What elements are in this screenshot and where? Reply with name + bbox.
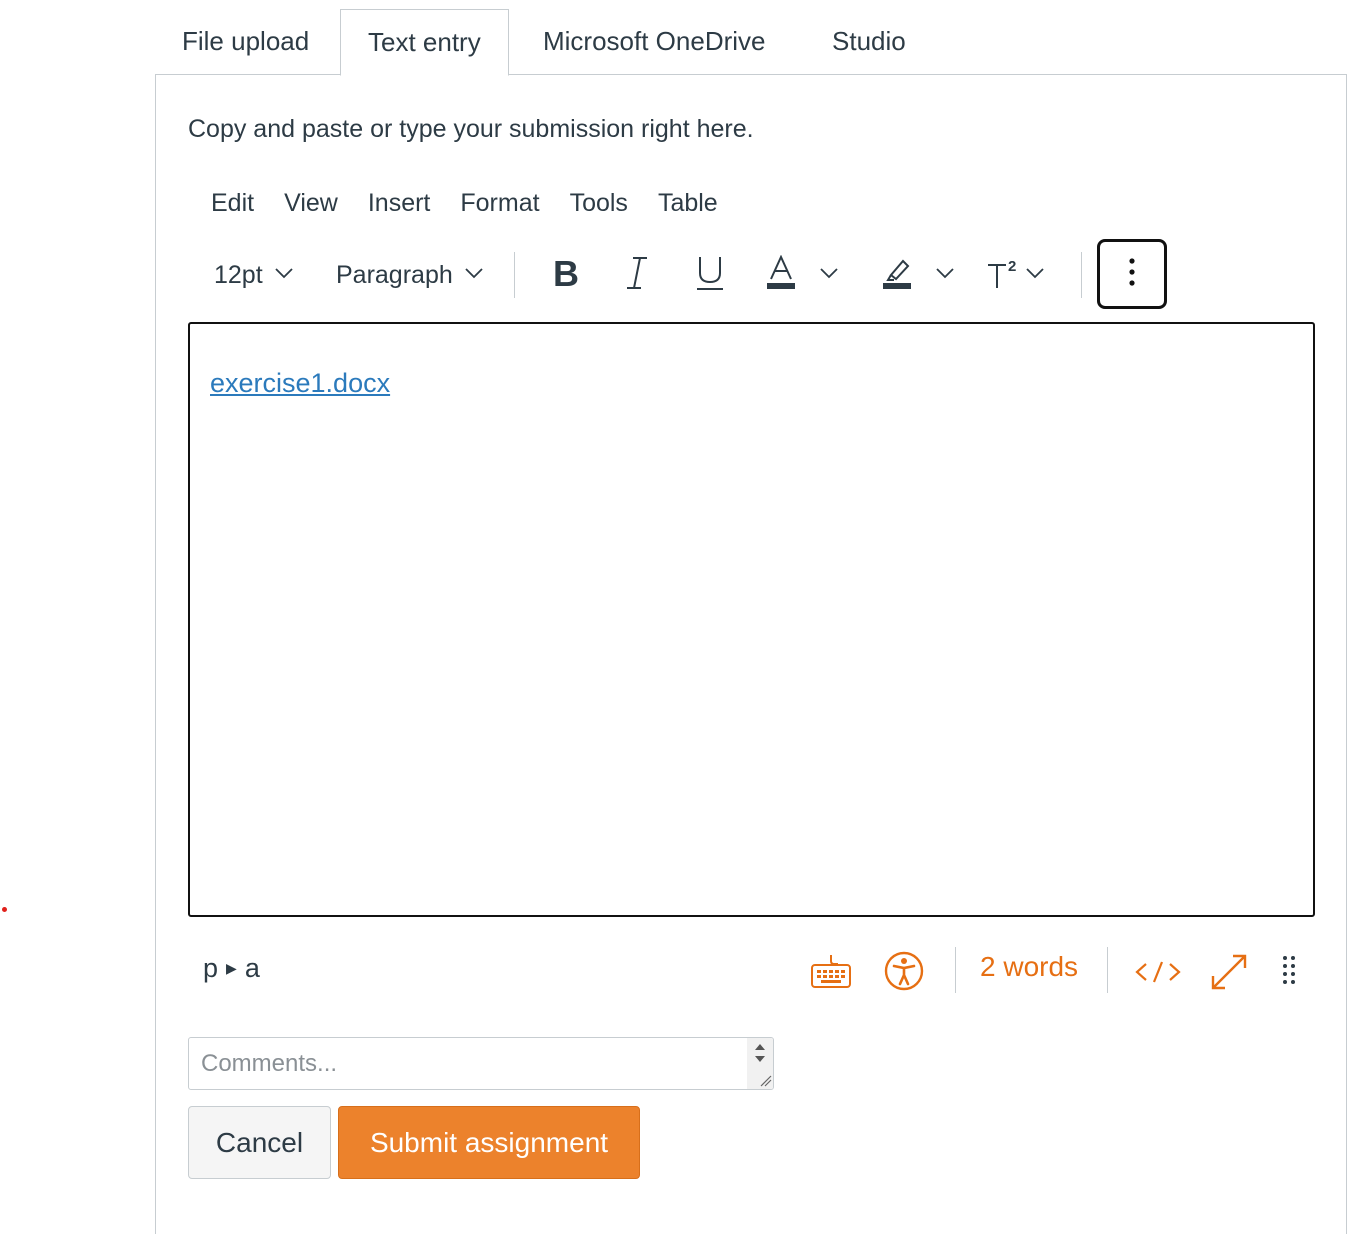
menu-table[interactable]: Table: [643, 183, 733, 223]
highlight-color-button[interactable]: [882, 240, 954, 310]
rich-text-editor[interactable]: exercise1.docx: [188, 322, 1315, 917]
tab-file-upload[interactable]: File upload: [155, 9, 336, 75]
submit-assignment-button[interactable]: Submit assignment: [338, 1106, 640, 1179]
menu-tools[interactable]: Tools: [555, 183, 643, 223]
superscript-button[interactable]: 2: [986, 240, 1044, 310]
toolbar-divider: [1081, 252, 1082, 298]
chevron-down-icon: [1026, 266, 1044, 284]
instructions-text: Copy and paste or type your submission r…: [188, 115, 754, 143]
menu-view[interactable]: View: [269, 183, 353, 223]
attachment-link[interactable]: exercise1.docx: [210, 368, 390, 399]
chevron-down-icon: [936, 266, 954, 284]
submission-tabs: File upload Text entry Microsoft OneDriv…: [155, 9, 1347, 76]
path-separator-icon: ▶: [226, 960, 237, 976]
block-format-value: Paragraph: [336, 260, 453, 289]
statusbar-divider: [955, 947, 956, 993]
path-element-a[interactable]: a: [245, 953, 260, 984]
text-color-button[interactable]: [766, 240, 838, 310]
editor-toolbar: 12pt Paragraph B 2: [196, 239, 1296, 310]
chevron-down-icon: [465, 266, 483, 284]
element-path: p ▶ a: [203, 953, 260, 984]
fullscreen-icon[interactable]: [1208, 951, 1250, 998]
svg-text:2: 2: [1008, 258, 1016, 275]
accessibility-icon[interactable]: [883, 950, 925, 997]
text-entry-panel: Copy and paste or type your submission r…: [155, 74, 1347, 1234]
statusbar-divider: [1107, 947, 1108, 993]
bold-button[interactable]: B: [551, 240, 581, 310]
chevron-down-icon: [820, 266, 838, 284]
comments-textarea[interactable]: Comments...: [188, 1037, 774, 1090]
word-count[interactable]: 2 words: [980, 951, 1078, 983]
tab-text-entry[interactable]: Text entry: [340, 9, 509, 76]
font-size-value: 12pt: [214, 260, 263, 289]
highlight-icon: [882, 255, 912, 296]
menu-format[interactable]: Format: [445, 183, 554, 223]
html-code-icon[interactable]: [1134, 959, 1182, 990]
comments-placeholder: Comments...: [201, 1050, 338, 1077]
svg-text:B: B: [553, 255, 579, 291]
superscript-icon: 2: [986, 255, 1022, 296]
italic-button[interactable]: [624, 240, 650, 310]
tab-studio[interactable]: Studio: [805, 9, 933, 75]
resize-handle-icon[interactable]: [1282, 955, 1296, 990]
text-color-icon: [766, 254, 796, 296]
textarea-scrollbar[interactable]: [747, 1038, 773, 1089]
menu-edit[interactable]: Edit: [196, 183, 269, 223]
stray-red-dot: [2, 907, 7, 912]
toolbar-divider: [514, 252, 515, 298]
more-vertical-icon: [1128, 257, 1136, 292]
chevron-down-icon: [275, 266, 293, 284]
editor-menubar: Edit View Insert Format Tools Table: [196, 183, 733, 223]
menu-insert[interactable]: Insert: [353, 183, 446, 223]
font-size-select[interactable]: 12pt: [214, 240, 293, 310]
keyboard-icon[interactable]: [810, 953, 852, 994]
underline-button[interactable]: [696, 240, 724, 310]
more-toolbar-button[interactable]: [1097, 239, 1167, 309]
block-format-select[interactable]: Paragraph: [336, 240, 483, 310]
editor-statusbar: p ▶ a 2 words: [188, 935, 1315, 1005]
tab-microsoft-onedrive[interactable]: Microsoft OneDrive: [516, 9, 793, 75]
underline-icon: [696, 255, 724, 296]
bold-icon: B: [551, 253, 581, 296]
italic-icon: [624, 255, 650, 296]
cancel-button[interactable]: Cancel: [188, 1106, 331, 1179]
path-element-p[interactable]: p: [203, 953, 218, 984]
